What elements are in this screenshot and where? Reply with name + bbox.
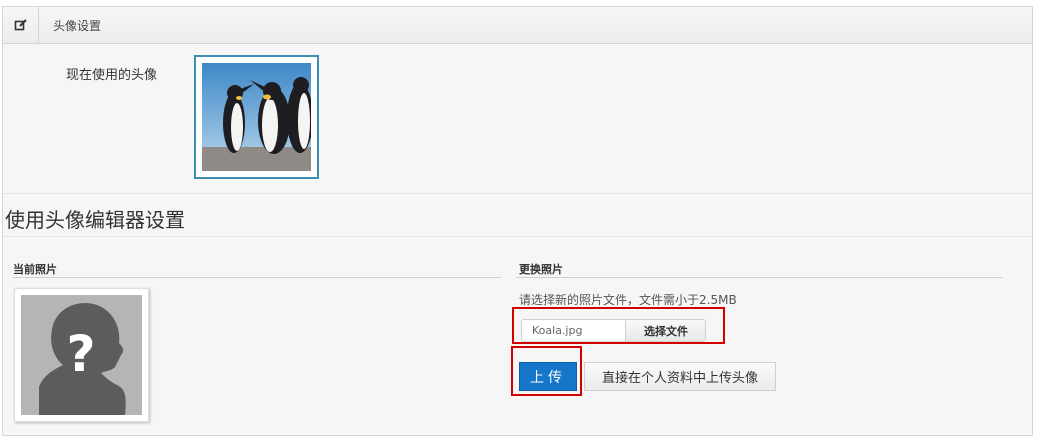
panel-header: 头像设置 xyxy=(3,7,1032,44)
section-title: 使用头像编辑器设置 xyxy=(5,208,185,232)
divider xyxy=(3,236,1032,237)
current-photo-card: ? xyxy=(14,288,149,422)
current-photo-title: 当前照片 xyxy=(13,263,57,276)
profile-upload-button[interactable]: 直接在个人资料中上传头像 xyxy=(584,362,776,391)
avatar-settings-panel: 头像设置 现在使用的头像 使用头像编辑器设置 当前照片 ? 更换照片 请选择新的… xyxy=(2,6,1033,436)
change-photo-title: 更换照片 xyxy=(519,263,563,276)
choose-file-button[interactable]: 选择文件 xyxy=(625,320,705,341)
file-input[interactable]: Koala.jpg 选择文件 xyxy=(521,319,706,342)
edit-icon[interactable] xyxy=(3,7,39,43)
panel-title: 头像设置 xyxy=(53,19,102,33)
divider xyxy=(3,193,1032,194)
file-name: Koala.jpg xyxy=(532,324,583,337)
svg-text:?: ? xyxy=(66,325,95,383)
current-avatar-label: 现在使用的头像 xyxy=(66,68,158,83)
upload-button[interactable]: 上传 xyxy=(519,362,577,391)
unknown-person-icon: ? xyxy=(21,295,142,415)
change-photo-rule xyxy=(516,277,1003,278)
file-size-hint: 请选择新的照片文件，文件需小于2.5MB xyxy=(519,293,737,307)
current-avatar-image xyxy=(194,55,319,179)
current-photo-rule xyxy=(13,277,501,278)
